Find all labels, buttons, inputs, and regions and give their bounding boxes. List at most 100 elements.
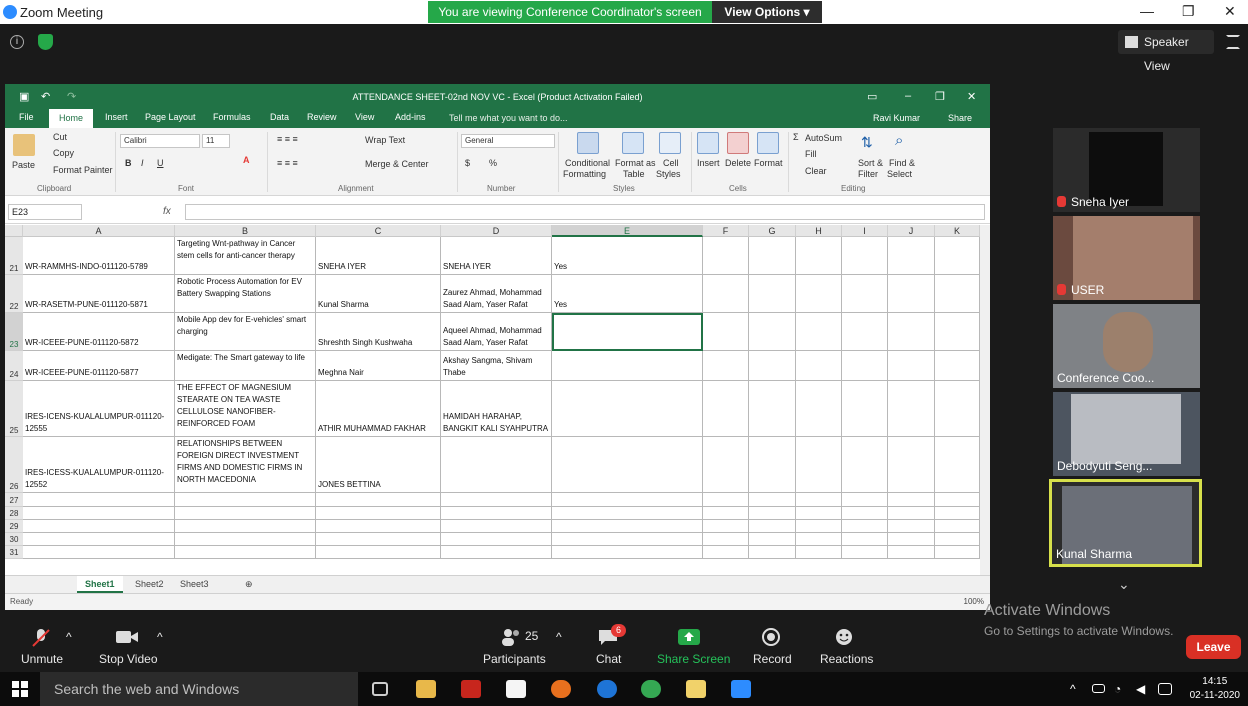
participant-tile[interactable]: Conference Coo...: [1053, 304, 1200, 388]
cell-a[interactable]: [23, 520, 175, 533]
volume-icon[interactable]: ◀: [1136, 682, 1156, 700]
cell-empty[interactable]: [703, 507, 749, 520]
sort-filter-icon[interactable]: ⇅: [861, 134, 873, 151]
delete-cells-icon[interactable]: [727, 132, 749, 154]
cell-e[interactable]: Yes: [552, 275, 703, 313]
cell-d[interactable]: Aqueel Ahmad, Mohammad Saad Alam, Yaser …: [441, 313, 552, 351]
fx-icon[interactable]: fx: [163, 206, 171, 217]
cell-empty[interactable]: [888, 351, 935, 381]
tab-data[interactable]: Data: [264, 109, 295, 125]
cell-empty[interactable]: [749, 351, 796, 381]
cell-c[interactable]: Kunal Sharma: [316, 275, 441, 313]
name-box[interactable]: E23: [8, 204, 82, 220]
cell-empty[interactable]: [842, 237, 888, 275]
format-cells-icon[interactable]: [757, 132, 779, 154]
sheet-tab-3[interactable]: Sheet3: [172, 576, 217, 593]
ribbon-display-icon[interactable]: ▭: [867, 90, 877, 103]
cell-empty[interactable]: [935, 507, 980, 520]
cell-empty[interactable]: [935, 381, 980, 437]
cell-empty[interactable]: [796, 493, 842, 507]
cell-empty[interactable]: [842, 507, 888, 520]
cut-button[interactable]: Cut: [53, 132, 67, 142]
cell-b[interactable]: [175, 493, 316, 507]
share-screen-icon[interactable]: [678, 628, 700, 646]
cell-b[interactable]: [175, 507, 316, 520]
italic-button[interactable]: I: [141, 158, 144, 168]
share-screen-button[interactable]: Share Screen: [657, 652, 730, 666]
cell-empty[interactable]: [888, 437, 935, 493]
excel-minimize-icon[interactable]: –: [905, 90, 911, 102]
cell-empty[interactable]: [842, 381, 888, 437]
tab-add-ins[interactable]: Add-ins: [389, 109, 432, 125]
row-header[interactable]: 28: [5, 507, 23, 520]
cell-empty[interactable]: [935, 275, 980, 313]
delete-cells-button[interactable]: Delete: [725, 158, 751, 168]
cell-c[interactable]: [316, 533, 441, 546]
cell-empty[interactable]: [703, 520, 749, 533]
cell-empty[interactable]: [935, 351, 980, 381]
cell-empty[interactable]: [935, 546, 980, 559]
cell-empty[interactable]: [888, 507, 935, 520]
cell-styles-button[interactable]: Cell: [663, 158, 679, 168]
cell-empty[interactable]: [935, 493, 980, 507]
align-lines-icon[interactable]: ≡ ≡ ≡: [277, 158, 298, 168]
cell-empty[interactable]: [703, 313, 749, 351]
zoom-level[interactable]: 100%: [964, 594, 984, 610]
cell-empty[interactable]: [796, 520, 842, 533]
cell-d[interactable]: [441, 507, 552, 520]
tab-insert[interactable]: Insert: [99, 109, 134, 125]
column-header[interactable]: C: [316, 225, 441, 237]
cell-d[interactable]: Akshay Sangma, Shivam Thabe: [441, 351, 552, 381]
cell-a[interactable]: WR-ICEEE-PUNE-011120-5877: [23, 351, 175, 381]
select-all-corner[interactable]: [5, 225, 23, 237]
cell-empty[interactable]: [703, 546, 749, 559]
participant-tile[interactable]: Sneha Iyer: [1053, 128, 1200, 212]
format-as-table-icon[interactable]: [622, 132, 644, 154]
info-icon[interactable]: i: [10, 35, 24, 49]
cell-empty[interactable]: [796, 351, 842, 381]
cell-c[interactable]: [316, 520, 441, 533]
view-options-button[interactable]: View Options ▾: [712, 1, 822, 23]
insert-cells-icon[interactable]: [697, 132, 719, 154]
cell-a[interactable]: [23, 507, 175, 520]
paste-icon[interactable]: [13, 134, 35, 156]
cell-empty[interactable]: [703, 351, 749, 381]
speaker-view-button[interactable]: Speaker View: [1118, 30, 1214, 73]
cell-a[interactable]: WR-RAMMHS-INDO-011120-5789: [23, 237, 175, 275]
folder-icon[interactable]: [686, 680, 706, 698]
row-header[interactable]: 24: [5, 351, 23, 381]
record-icon[interactable]: [761, 628, 783, 646]
participant-tile-active-speaker[interactable]: Kunal Sharma: [1049, 479, 1202, 567]
clear-button[interactable]: Clear: [805, 166, 827, 176]
cell-e[interactable]: [552, 507, 703, 520]
video-options-chevron-icon[interactable]: ^: [157, 630, 163, 644]
format-as-table-button[interactable]: Format as: [615, 158, 656, 168]
cell-d[interactable]: SNEHA IYER: [441, 237, 552, 275]
font-size-select[interactable]: 11: [202, 134, 230, 148]
video-camera-icon[interactable]: [115, 628, 138, 646]
cell-empty[interactable]: [796, 546, 842, 559]
task-view-icon[interactable]: [372, 682, 388, 696]
tell-me-search[interactable]: Tell me what you want to do...: [449, 113, 568, 123]
column-header[interactable]: A: [23, 225, 175, 237]
file-explorer-icon[interactable]: [416, 680, 436, 698]
cell-e[interactable]: [552, 437, 703, 493]
cell-empty[interactable]: [888, 275, 935, 313]
cell-empty[interactable]: [935, 533, 980, 546]
battery-icon[interactable]: [1092, 684, 1105, 693]
conditional-formatting-button[interactable]: Conditional: [565, 158, 610, 168]
bold-button[interactable]: B: [125, 158, 132, 168]
cell-d[interactable]: [441, 520, 552, 533]
column-header[interactable]: E: [552, 225, 703, 237]
cell-a[interactable]: [23, 533, 175, 546]
paste-button[interactable]: Paste: [12, 160, 35, 170]
cell-empty[interactable]: [749, 381, 796, 437]
cell-e[interactable]: [552, 381, 703, 437]
column-header[interactable]: D: [441, 225, 552, 237]
fill-button[interactable]: Fill: [805, 149, 817, 159]
row-header[interactable]: 25: [5, 381, 23, 437]
row-header[interactable]: 30: [5, 533, 23, 546]
chrome-icon[interactable]: [641, 680, 661, 698]
cell-empty[interactable]: [888, 520, 935, 533]
sheet-tab-1[interactable]: Sheet1: [77, 576, 123, 593]
